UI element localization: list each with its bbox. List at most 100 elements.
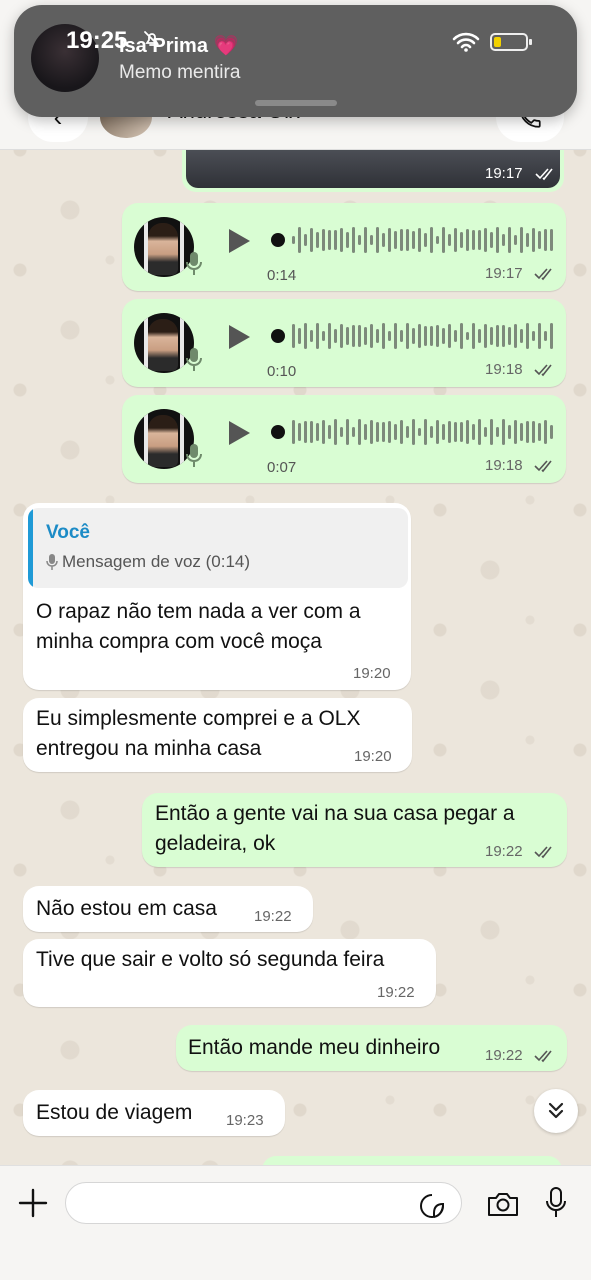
waveform-bar <box>328 323 331 349</box>
waveform-bar <box>430 325 433 347</box>
message-text-line: O rapaz não tem nada a ver com a <box>36 600 361 623</box>
voice-message[interactable]: 0:07 19:18 <box>122 395 566 483</box>
sticker-icon[interactable] <box>418 1192 446 1220</box>
waveform-bar <box>460 231 463 249</box>
plus-icon[interactable] <box>18 1188 48 1218</box>
message-input[interactable] <box>65 1182 462 1224</box>
waveform-bar <box>382 323 385 349</box>
waveform-bar <box>322 228 325 252</box>
waveform-bar <box>448 234 451 246</box>
double-check-icon <box>534 460 552 473</box>
waveform-bar <box>328 229 331 251</box>
waveform-bar <box>490 419 493 445</box>
message-time: 19:22 <box>254 908 292 925</box>
waveform-bar <box>322 420 325 444</box>
play-button[interactable] <box>229 229 250 253</box>
waveform-bar <box>364 326 367 346</box>
waveform-bar <box>346 419 349 445</box>
waveform-bar <box>430 227 433 253</box>
double-check-icon <box>534 364 552 377</box>
double-check-icon <box>534 1050 552 1063</box>
mic-icon[interactable] <box>544 1186 568 1220</box>
outgoing-message[interactable]: Então mande meu dinheiro 19:22 <box>176 1025 567 1071</box>
notification-sender: Isa Prima 💗 <box>119 35 239 57</box>
waveform-bar <box>358 419 361 445</box>
quote-author: Você <box>46 522 91 543</box>
waveform-bar <box>508 424 511 440</box>
playhead-dot[interactable] <box>271 425 285 439</box>
waveform-bar <box>436 324 439 348</box>
waveform-bar <box>508 326 511 346</box>
message-time: 19:20 <box>353 665 391 682</box>
waveform-bar <box>484 323 487 349</box>
waveform-bar <box>406 229 409 251</box>
waveform-bar <box>334 230 337 250</box>
voice-waveform[interactable] <box>271 225 553 255</box>
waveform-bar <box>532 330 535 342</box>
waveform-bar <box>400 419 403 445</box>
waveform-bar <box>412 328 415 344</box>
incoming-message[interactable]: Eu simplesmente comprei e a OLX entregou… <box>23 698 412 772</box>
waveform-bar <box>448 420 451 444</box>
quote-accent-bar <box>28 508 33 588</box>
waveform-bar <box>310 421 313 443</box>
waveform-bar <box>304 233 307 247</box>
message-time: 19:20 <box>354 748 392 765</box>
scroll-to-bottom-button[interactable] <box>534 1089 578 1133</box>
waveform-bar <box>394 230 397 250</box>
incoming-message[interactable]: Não estou em casa 19:22 <box>23 886 313 932</box>
waveform-bar <box>304 323 307 349</box>
battery-icon <box>490 33 532 51</box>
waveform-bar <box>430 425 433 439</box>
status-time: 19:25 <box>66 27 128 54</box>
voice-message[interactable]: 0:10 19:18 <box>122 299 566 387</box>
waveform-bar <box>394 423 397 441</box>
quote-text-row: Mensagem de voz (0:14) <box>46 552 250 572</box>
banner-handle[interactable] <box>255 100 337 106</box>
voice-message[interactable]: 0:14 19:17 <box>122 203 566 291</box>
waveform-bar <box>418 227 421 253</box>
message-time: 19:18 <box>485 361 523 378</box>
waveform-bar <box>298 227 301 253</box>
camera-icon[interactable] <box>486 1190 520 1218</box>
mic-icon <box>186 348 202 371</box>
waveform-bar <box>478 329 481 343</box>
incoming-message[interactable]: Tive que sair e volto só segunda feira 1… <box>23 939 436 1007</box>
message-time: 19:18 <box>485 457 523 474</box>
waveform-bar <box>454 421 457 443</box>
double-check-icon <box>534 268 552 281</box>
waveform-bar <box>478 419 481 445</box>
waveform-bar <box>532 421 535 443</box>
waveform-bar <box>376 422 379 442</box>
message-text-line: Eu simplesmente comprei e a OLX <box>36 707 361 730</box>
waveform-bar <box>550 323 553 349</box>
waveform-bar <box>334 329 337 343</box>
waveform-bar <box>478 230 481 250</box>
waveform-bar <box>424 326 427 346</box>
notification-banner[interactable]: Isa Prima 💗 19:25 Memo mentira <box>14 5 577 117</box>
mic-icon <box>186 444 202 467</box>
waveform-bar <box>346 232 349 248</box>
voice-waveform[interactable] <box>271 321 553 351</box>
waveform-bar <box>496 427 499 437</box>
waveform-bar <box>370 420 373 444</box>
image-message[interactable]: 19:17 <box>182 150 564 192</box>
waveform-bar <box>340 427 343 437</box>
incoming-message[interactable]: Estou de viagem 19:23 <box>23 1090 285 1136</box>
waveform-bar <box>490 232 493 248</box>
waveform-bar <box>304 421 307 443</box>
play-button[interactable] <box>229 325 250 349</box>
waveform-bar <box>520 328 523 344</box>
waveform-bar <box>406 323 409 349</box>
playhead-dot[interactable] <box>271 329 285 343</box>
voice-waveform[interactable] <box>271 417 553 447</box>
waveform-bar <box>388 331 391 341</box>
waveform-bar <box>352 426 355 438</box>
waveform-bar <box>460 323 463 349</box>
outgoing-message[interactable]: Então a gente vai na sua casa pegar a ge… <box>142 793 567 867</box>
play-button[interactable] <box>229 421 250 445</box>
waveform-bar <box>346 326 349 346</box>
quoted-reply[interactable]: Você Mensagem de voz (0:14) <box>28 508 408 588</box>
playhead-dot[interactable] <box>271 233 285 247</box>
waveform-bar <box>400 330 403 342</box>
